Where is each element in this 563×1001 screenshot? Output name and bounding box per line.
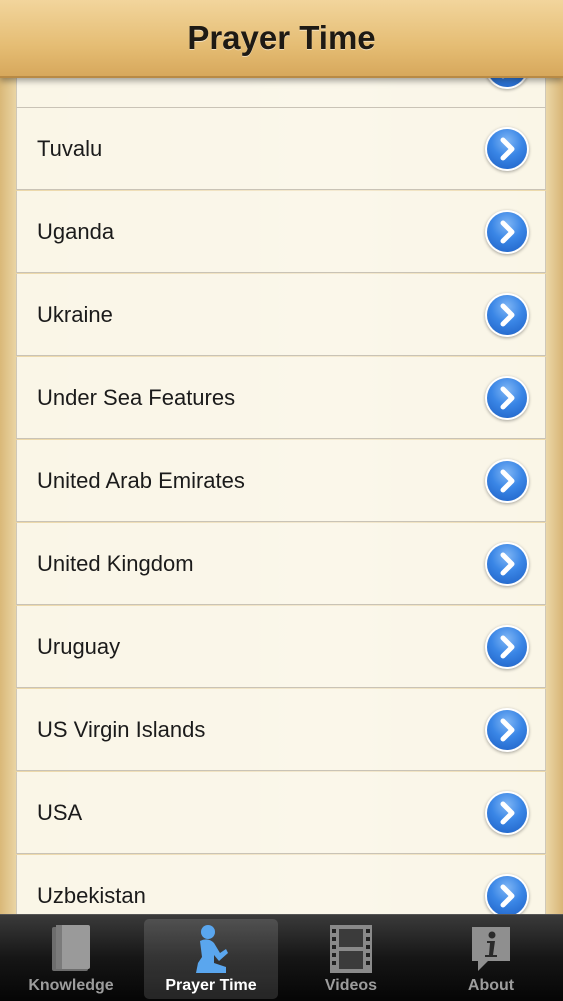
country-name: Tuvalu — [37, 136, 103, 161]
list-item-partial[interactable] — [16, 76, 546, 108]
list-item[interactable]: Under Sea Features — [16, 357, 546, 439]
chevron-right-icon[interactable] — [487, 378, 527, 418]
chevron-right-icon[interactable] — [487, 876, 527, 914]
tab-knowledge[interactable]: Knowledge — [4, 919, 138, 999]
chevron-right-icon[interactable] — [487, 710, 527, 750]
tab-label: Videos — [324, 977, 378, 994]
info-icon — [472, 927, 510, 971]
list-item[interactable]: Uruguay — [16, 606, 546, 688]
book-icon — [52, 925, 90, 971]
list-item[interactable]: Uzbekistan — [16, 855, 546, 914]
tab-label: About — [467, 977, 515, 994]
list-item[interactable]: Uganda — [16, 191, 546, 273]
list-item[interactable]: USA — [16, 772, 546, 854]
tab-bar: Knowledge Prayer Time Videos About — [0, 914, 563, 1001]
chevron-right-icon[interactable] — [487, 129, 527, 169]
chevron-right-icon[interactable] — [487, 461, 527, 501]
tab-prayer-time[interactable]: Prayer Time — [144, 919, 278, 999]
country-name: Ukraine — [37, 302, 113, 327]
tab-label: Knowledge — [28, 977, 114, 994]
chevron-right-icon[interactable] — [487, 544, 527, 584]
country-name: Uruguay — [37, 634, 121, 659]
country-name: United Kingdom — [37, 551, 194, 576]
film-icon — [330, 925, 372, 973]
tab-videos[interactable]: Videos — [284, 919, 418, 999]
list-item[interactable]: US Virgin Islands — [16, 689, 546, 771]
list-item[interactable]: United Arab Emirates — [16, 440, 546, 522]
country-list[interactable]: Tuvalu Uganda Ukraine Under Sea Features… — [16, 76, 546, 914]
chevron-right-icon[interactable] — [487, 212, 527, 252]
list-item[interactable]: United Kingdom — [16, 523, 546, 605]
tab-about[interactable]: About — [424, 919, 558, 999]
list-item[interactable]: Ukraine — [16, 274, 546, 356]
country-name: United Arab Emirates — [37, 468, 245, 493]
list-item[interactable]: Tuvalu — [16, 108, 546, 190]
chevron-right-icon[interactable] — [487, 793, 527, 833]
chevron-right-icon[interactable] — [487, 627, 527, 667]
country-name: Uganda — [37, 219, 115, 244]
country-name: USA — [37, 800, 83, 825]
page-title: Prayer Time — [187, 19, 376, 56]
praying-person-icon — [196, 925, 228, 973]
country-name: Uzbekistan — [37, 883, 146, 908]
chevron-right-icon[interactable] — [487, 295, 527, 335]
country-name: US Virgin Islands — [37, 717, 206, 742]
tab-label: Prayer Time — [165, 977, 257, 994]
country-name: Under Sea Features — [37, 385, 236, 410]
nav-bar: Prayer Time — [0, 0, 563, 78]
